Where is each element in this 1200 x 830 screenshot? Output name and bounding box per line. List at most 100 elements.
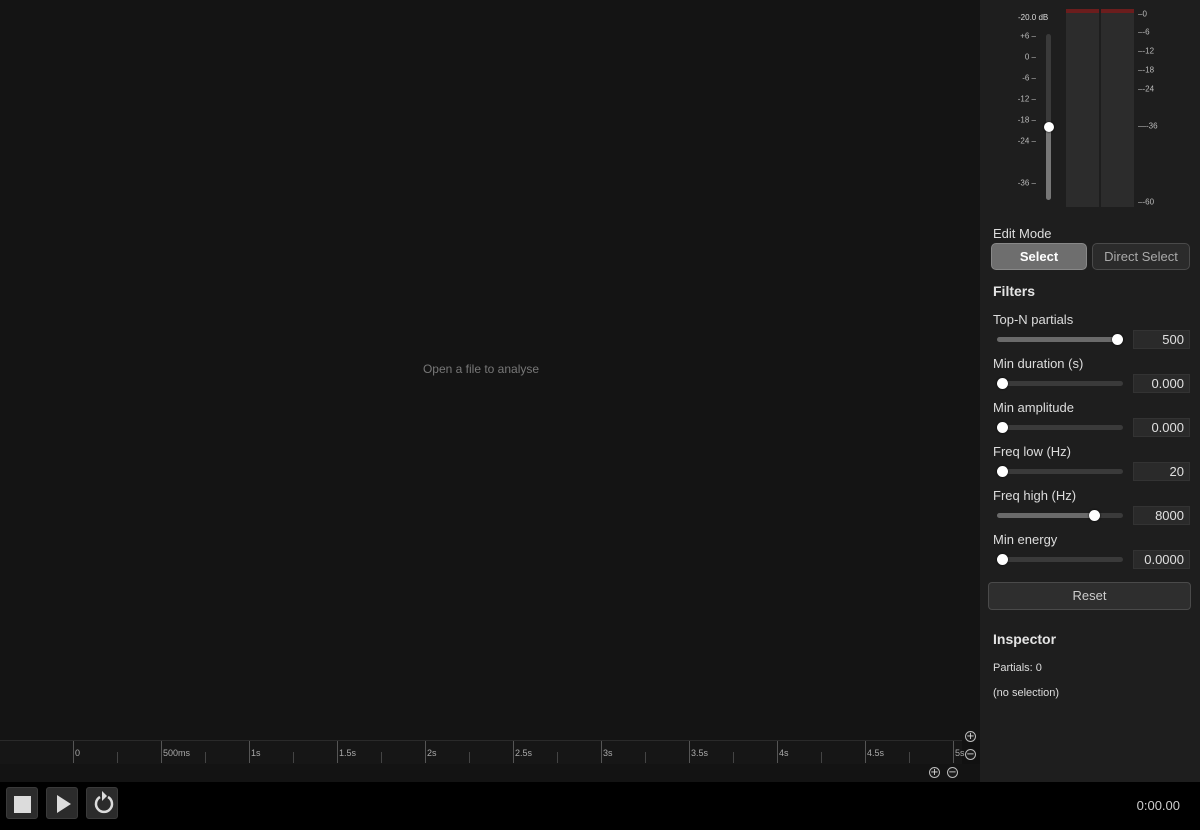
level-meter-left <box>1066 9 1099 207</box>
ruler-major-tick <box>689 741 690 763</box>
ruler-zoom-strip: + − <box>0 764 980 782</box>
gain-scale-label: -12 – <box>1017 94 1036 104</box>
loop-button[interactable] <box>86 787 118 819</box>
ruler-minor-tick <box>205 752 206 763</box>
app-root: Open a file to analyse 0 500ms 1s 1.5s 2s 2.5… <box>0 0 1200 830</box>
meter-scale-label: –-18 <box>1138 65 1155 75</box>
meter-scale-label: —-36 <box>1138 121 1158 131</box>
slider-thumb[interactable] <box>997 554 1008 565</box>
filter-slider[interactable] <box>997 510 1123 521</box>
gain-scale-label: 0 – <box>1024 52 1036 62</box>
filter-value-input[interactable]: 20 <box>1133 462 1190 481</box>
reset-filters-button[interactable]: Reset <box>988 582 1191 610</box>
ruler-tick-label: 500ms <box>163 748 191 758</box>
play-button[interactable] <box>46 787 78 819</box>
filters-heading: Filters <box>993 283 1036 299</box>
gain-scale-label: -18 – <box>1017 115 1036 125</box>
vertical-zoom-out-button[interactable]: − <box>965 749 976 760</box>
filter-label: Min duration (s) <box>993 356 1084 371</box>
ruler-major-tick <box>337 741 338 763</box>
filter-label: Top-N partials <box>993 312 1074 327</box>
slider-thumb[interactable] <box>1089 510 1100 521</box>
clip-indicator-left <box>1066 9 1099 13</box>
ruler-major-tick <box>865 741 866 763</box>
ruler-minor-tick <box>909 752 910 763</box>
ruler-minor-tick <box>645 752 646 763</box>
slider-thumb[interactable] <box>997 422 1008 433</box>
horizontal-zoom-in-button[interactable]: + <box>929 767 940 778</box>
ruler-major-tick <box>425 741 426 763</box>
ruler-tick-label: 1.5s <box>339 748 357 758</box>
filter-value-input[interactable]: 500 <box>1133 330 1190 349</box>
ruler-tick-label: 2.5s <box>515 748 533 758</box>
direct-select-mode-button[interactable]: Direct Select <box>1092 243 1190 270</box>
gain-scale-label: -24 – <box>1017 136 1036 146</box>
filter-slider[interactable] <box>997 378 1123 389</box>
ruler-minor-tick <box>469 752 470 763</box>
meter-scale-label: –-24 <box>1138 84 1155 94</box>
filter-value-input[interactable]: 0.0000 <box>1133 550 1190 569</box>
clip-indicator-right <box>1101 9 1134 13</box>
transport-bar: 0:00.00 <box>0 782 1200 830</box>
timeline-ruler[interactable]: 0 500ms 1s 1.5s 2s 2.5s 3s 3.5s 4s 4.5s 5s <box>0 740 965 765</box>
stop-button[interactable] <box>6 787 38 819</box>
horizontal-zoom-out-button[interactable]: − <box>947 767 958 778</box>
filter-slider[interactable] <box>997 466 1123 477</box>
ruler-major-tick <box>73 741 74 763</box>
play-icon <box>57 795 71 813</box>
filter-slider[interactable] <box>997 554 1123 565</box>
gain-fader-track[interactable] <box>1046 34 1051 200</box>
slider-fill <box>997 513 1094 518</box>
meter-scale-label: –0 <box>1138 9 1147 19</box>
gain-scale-label: +6 – <box>1020 31 1036 41</box>
edit-mode-label: Edit Mode <box>993 226 1052 241</box>
slider-thumb[interactable] <box>997 466 1008 477</box>
ruler-minor-tick <box>821 752 822 763</box>
ruler-major-tick <box>777 741 778 763</box>
loop-icon <box>94 791 114 814</box>
selection-status: (no selection) <box>993 687 1060 699</box>
filter-value-input[interactable]: 0.000 <box>1133 374 1190 393</box>
inspector-heading: Inspector <box>993 631 1057 647</box>
filter-value-input[interactable]: 8000 <box>1133 506 1190 525</box>
ruler-minor-tick <box>557 752 558 763</box>
meter-scale-label: –-6 <box>1138 27 1150 37</box>
meter-scale-label: –-60 <box>1138 197 1155 207</box>
gain-fader-fill <box>1046 127 1051 200</box>
ruler-tick-label: 3.5s <box>691 748 709 758</box>
meter-scale-label: –-12 <box>1138 46 1155 56</box>
gain-scale-label: -6 – <box>1022 73 1036 83</box>
gain-scale-label: -36 – <box>1017 178 1036 188</box>
ruler-tick-label: 4.5s <box>867 748 885 758</box>
ruler-major-tick <box>513 741 514 763</box>
filter-slider[interactable] <box>997 422 1123 433</box>
ruler-minor-tick <box>117 752 118 763</box>
filter-label: Min amplitude <box>993 400 1074 415</box>
ruler-minor-tick <box>381 752 382 763</box>
partials-count: Partials: 0 <box>993 662 1042 674</box>
filter-label: Min energy <box>993 532 1058 547</box>
ruler-major-tick <box>601 741 602 763</box>
gain-fader-thumb[interactable] <box>1044 122 1054 132</box>
ruler-tick-label: 1s <box>251 748 261 758</box>
filter-value-input[interactable]: 0.000 <box>1133 418 1190 437</box>
ruler-major-tick <box>953 741 954 763</box>
ruler-minor-tick <box>733 752 734 763</box>
ruler-tick-label: 2s <box>427 748 437 758</box>
vertical-zoom-in-button[interactable]: + <box>965 731 976 742</box>
time-display: 0:00.00 <box>1136 798 1180 813</box>
ruler-tick-label: 3s <box>603 748 613 758</box>
analysis-view[interactable]: Open a file to analyse <box>0 0 980 740</box>
slider-fill <box>997 337 1117 342</box>
filter-label: Freq low (Hz) <box>993 444 1072 459</box>
ruler-major-tick <box>249 741 250 763</box>
slider-thumb[interactable] <box>1112 334 1123 345</box>
filter-slider[interactable] <box>997 334 1123 345</box>
slider-thumb[interactable] <box>997 378 1008 389</box>
ruler-minor-tick <box>293 752 294 763</box>
ruler-tick-label: 5s <box>955 748 965 758</box>
select-mode-button[interactable]: Select <box>991 243 1087 270</box>
filter-label: Freq high (Hz) <box>993 488 1077 503</box>
level-meter-right <box>1101 9 1134 207</box>
ruler-tick-label: 0 <box>75 748 81 758</box>
